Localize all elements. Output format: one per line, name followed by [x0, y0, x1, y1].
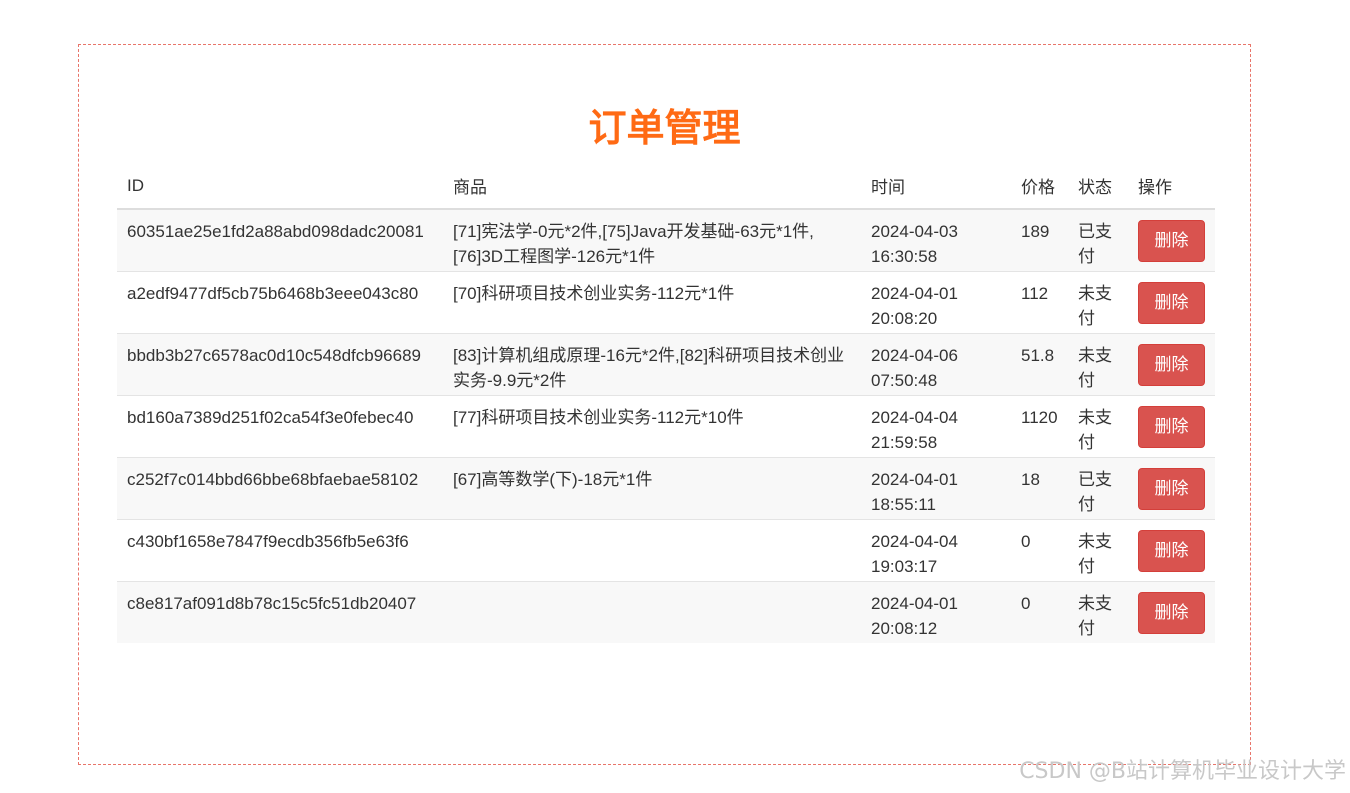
order-id: bbdb3b27c6578ac0d10c548dfcb96689	[117, 332, 443, 395]
order-action-cell: 删除	[1128, 518, 1215, 581]
order-clock: 19:03:17	[871, 556, 938, 576]
order-id: c252f7c014bbd66bbe68bfaebae58102	[117, 456, 443, 519]
order-goods: [83]计算机组成原理-16元*2件,[82]科研项目技术创业实务-9.9元*2…	[443, 332, 861, 395]
watermark-text: CSDN @B站计算机毕业设计大学	[1019, 759, 1346, 784]
order-clock: 20:08:12	[871, 618, 938, 638]
delete-button[interactable]: 删除	[1138, 343, 1205, 386]
column-header-status: 状态	[1068, 163, 1128, 210]
delete-button[interactable]: 删除	[1138, 220, 1205, 262]
table-row: c252f7c014bbd66bbe68bfaebae58102 [67]高等数…	[117, 456, 1215, 519]
table-row: bbdb3b27c6578ac0d10c548dfcb96689 [83]计算机…	[117, 332, 1215, 395]
order-date: 2024-04-06	[871, 345, 958, 365]
order-status: 未支付	[1068, 580, 1128, 643]
order-action-cell: 删除	[1128, 456, 1215, 519]
order-action-cell: 删除	[1128, 270, 1215, 333]
order-date: 2024-04-01	[871, 593, 958, 613]
delete-button[interactable]: 删除	[1138, 467, 1205, 510]
column-header-id: ID	[117, 163, 443, 210]
table-row: c430bf1658e7847f9ecdb356fb5e63f6 2024-04…	[117, 518, 1215, 581]
column-header-goods: 商品	[443, 163, 861, 210]
column-header-action: 操作	[1128, 163, 1215, 210]
order-date: 2024-04-03	[871, 222, 958, 241]
table-row: bd160a7389d251f02ca54f3e0febec40 [77]科研项…	[117, 394, 1215, 457]
order-action-cell: 删除	[1128, 332, 1215, 395]
delete-button[interactable]: 删除	[1138, 591, 1205, 634]
order-status: 未支付	[1068, 394, 1128, 457]
order-price: 18	[1011, 456, 1068, 519]
order-price: 0	[1011, 580, 1068, 643]
order-panel: 订单管理 ID 商品 时间 价格 状态 操作 60351ae25e1fd2a88…	[78, 44, 1251, 765]
order-id: c430bf1658e7847f9ecdb356fb5e63f6	[117, 518, 443, 581]
order-time: 2024-04-01 20:08:20	[861, 270, 1011, 333]
delete-button[interactable]: 删除	[1138, 405, 1205, 448]
order-goods: [67]高等数学(下)-18元*1件	[443, 456, 861, 519]
order-date: 2024-04-04	[871, 531, 958, 551]
order-id: c8e817af091d8b78c15c5fc51db20407	[117, 580, 443, 643]
order-id: a2edf9477df5cb75b6468b3eee043c80	[117, 270, 443, 333]
order-clock: 18:55:11	[871, 494, 936, 514]
order-action-cell: 删除	[1128, 209, 1215, 271]
order-goods: [77]科研项目技术创业实务-112元*10件	[443, 394, 861, 457]
order-price: 51.8	[1011, 332, 1068, 395]
order-status: 未支付	[1068, 332, 1128, 395]
order-price: 112	[1011, 270, 1068, 333]
order-price: 189	[1011, 209, 1068, 271]
order-goods: [71]宪法学-0元*2件,[75]Java开发基础-63元*1件,[76]3D…	[443, 209, 861, 271]
order-date: 2024-04-01	[871, 469, 958, 489]
order-goods: [70]科研项目技术创业实务-112元*1件	[443, 270, 861, 333]
order-time: 2024-04-06 07:50:48	[861, 332, 1011, 395]
table-row: a2edf9477df5cb75b6468b3eee043c80 [70]科研项…	[117, 270, 1215, 333]
order-clock: 07:50:48	[871, 370, 938, 390]
order-goods	[443, 518, 861, 581]
order-action-cell: 删除	[1128, 394, 1215, 457]
order-id: bd160a7389d251f02ca54f3e0febec40	[117, 394, 443, 457]
order-status: 未支付	[1068, 518, 1128, 581]
table-row: c8e817af091d8b78c15c5fc51db20407 2024-04…	[117, 580, 1215, 643]
order-time: 2024-04-01 20:08:12	[861, 580, 1011, 643]
table-row: 60351ae25e1fd2a88abd098dadc20081 [71]宪法学…	[117, 209, 1215, 271]
orders-table: ID 商品 时间 价格 状态 操作 60351ae25e1fd2a88abd09…	[117, 163, 1215, 643]
order-clock: 21:59:58	[871, 432, 938, 452]
order-goods	[443, 580, 861, 643]
order-id: 60351ae25e1fd2a88abd098dadc20081	[117, 209, 443, 271]
column-header-price: 价格	[1011, 163, 1068, 210]
order-status: 已支付	[1068, 209, 1128, 271]
order-action-cell: 删除	[1128, 580, 1215, 643]
column-header-time: 时间	[861, 163, 1011, 210]
table-header-row: ID 商品 时间 价格 状态 操作	[117, 163, 1215, 210]
order-time: 2024-04-03 16:30:58	[861, 209, 1011, 271]
order-price: 1120	[1011, 394, 1068, 457]
delete-button[interactable]: 删除	[1138, 281, 1205, 324]
order-time: 2024-04-04 21:59:58	[861, 394, 1011, 457]
order-date: 2024-04-04	[871, 407, 958, 427]
order-clock: 16:30:58	[871, 247, 938, 266]
page-title: 订单管理	[588, 106, 741, 150]
order-status: 已支付	[1068, 456, 1128, 519]
order-date: 2024-04-01	[871, 283, 958, 303]
order-status: 未支付	[1068, 270, 1128, 333]
order-time: 2024-04-01 18:55:11	[861, 456, 1011, 519]
order-time: 2024-04-04 19:03:17	[861, 518, 1011, 581]
order-price: 0	[1011, 518, 1068, 581]
order-clock: 20:08:20	[871, 308, 938, 328]
delete-button[interactable]: 删除	[1138, 529, 1205, 572]
